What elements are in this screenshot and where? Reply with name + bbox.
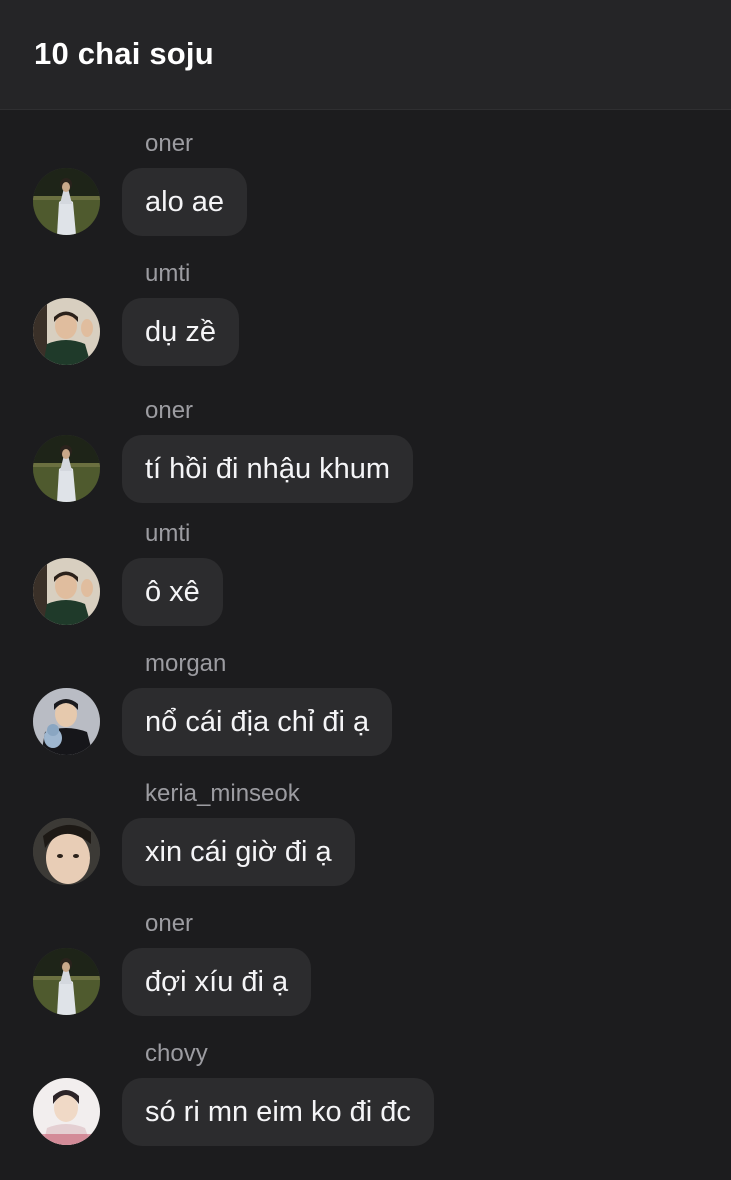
sender-name[interactable]: oner bbox=[145, 910, 193, 938]
sender-name[interactable]: umti bbox=[145, 520, 190, 548]
umti-avatar[interactable] bbox=[33, 558, 100, 625]
message-item: morgan nổ cái địa chỉ đi ạ bbox=[0, 650, 731, 770]
message-bubble[interactable]: ô xê bbox=[122, 558, 223, 626]
sender-name[interactable]: chovy bbox=[145, 1040, 208, 1068]
message-item: umti ô xê bbox=[0, 520, 731, 640]
message-bubble[interactable]: xin cái giờ đi ạ bbox=[122, 818, 355, 886]
sender-name[interactable]: oner bbox=[145, 397, 193, 425]
oner-avatar[interactable] bbox=[33, 168, 100, 235]
message-bubble[interactable]: nổ cái địa chỉ đi ạ bbox=[122, 688, 393, 756]
message-item: oner đợi xíu đi ạ bbox=[0, 910, 731, 1030]
oner-avatar[interactable] bbox=[33, 435, 100, 502]
sender-name[interactable]: keria_minseok bbox=[145, 780, 300, 808]
message-bubble[interactable]: só ri mn eim ko đi đc bbox=[122, 1078, 434, 1146]
message-bubble[interactable]: alo ae bbox=[122, 168, 248, 236]
message-item: umti dụ zề bbox=[0, 260, 731, 380]
sender-name[interactable]: morgan bbox=[145, 650, 226, 678]
chat-title: 10 chai soju bbox=[34, 36, 214, 71]
sender-name[interactable]: oner bbox=[145, 130, 193, 158]
message-item: oner tí hồi đi nhậu khum bbox=[0, 397, 731, 517]
message-item: chovy só ri mn eim ko đi đc bbox=[0, 1040, 731, 1160]
morgan-avatar[interactable] bbox=[33, 688, 100, 755]
chat-header: 10 chai soju bbox=[0, 0, 731, 110]
message-bubble[interactable]: dụ zề bbox=[122, 298, 239, 366]
message-bubble[interactable]: tí hồi đi nhậu khum bbox=[122, 435, 414, 503]
chovy-avatar[interactable] bbox=[33, 1078, 100, 1145]
keria-avatar[interactable] bbox=[33, 818, 100, 885]
message-bubble[interactable]: đợi xíu đi ạ bbox=[122, 948, 312, 1016]
message-item: keria_minseok xin cái giờ đi ạ bbox=[0, 780, 731, 900]
oner-avatar[interactable] bbox=[33, 948, 100, 1015]
sender-name[interactable]: umti bbox=[145, 260, 190, 288]
message-item: oner alo ae bbox=[0, 130, 731, 250]
umti-avatar[interactable] bbox=[33, 298, 100, 365]
